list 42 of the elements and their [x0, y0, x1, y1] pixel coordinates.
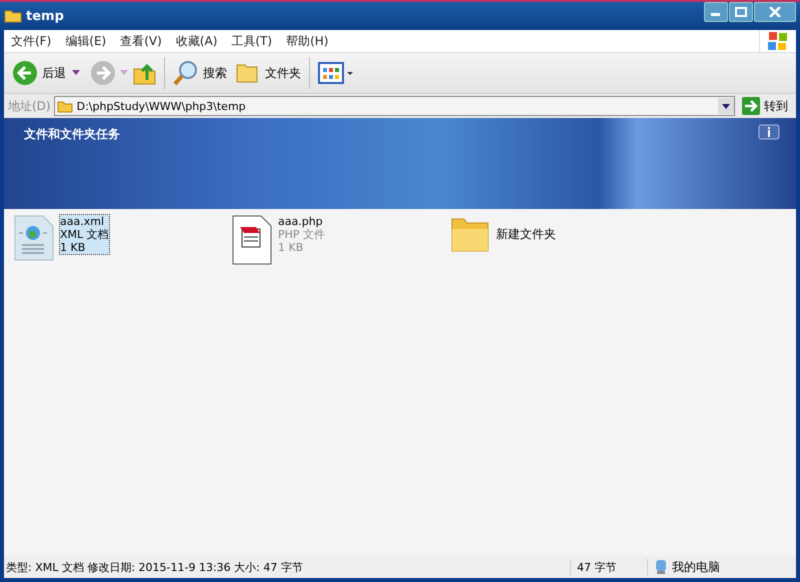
address-field[interactable]: D:\phpStudy\WWW\php3\temp	[54, 96, 735, 116]
go-arrow-icon	[742, 97, 760, 115]
menu-item[interactable]: 收藏(A)	[168, 32, 224, 50]
menu-item[interactable]: 文件(F)	[4, 32, 58, 50]
dropdown-caret-icon[interactable]	[72, 70, 80, 76]
search-icon	[173, 60, 199, 86]
minimize-button[interactable]	[704, 2, 728, 22]
close-icon	[769, 7, 781, 17]
folder-icon	[4, 9, 22, 23]
task-pane-title: 文件和文件夹任务	[24, 126, 120, 143]
address-label: 地址(D)	[8, 98, 51, 114]
info-icon[interactable]	[758, 124, 780, 140]
close-button[interactable]	[754, 2, 796, 22]
menu-item[interactable]: 编辑(E)	[58, 32, 114, 50]
back-button[interactable]: 后退	[10, 58, 68, 88]
views-button[interactable]	[316, 60, 356, 86]
menu-item[interactable]: 查看(V)	[113, 32, 169, 50]
menu-item[interactable]: 工具(T)	[224, 32, 280, 50]
menu-item[interactable]: 帮助(H)	[279, 32, 336, 50]
file-label: aaa.xml XML 文档 1 KB	[60, 215, 109, 254]
view-grid-icon	[318, 62, 354, 84]
window-title: temp	[26, 8, 65, 24]
xml-document-icon	[14, 215, 54, 261]
file-item[interactable]: 新建文件夹	[450, 215, 668, 253]
file-item[interactable]: aaa.xml XML 文档 1 KB	[14, 215, 232, 261]
php-document-icon	[232, 215, 272, 265]
folder-icon	[56, 100, 73, 112]
file-label: aaa.php PHP 文件 1 KB	[278, 215, 326, 254]
windows-flag-icon	[767, 31, 789, 51]
go-button[interactable]: 转到	[738, 97, 792, 115]
status-size: 47 字节	[570, 560, 647, 574]
dropdown-button[interactable]	[718, 98, 734, 114]
computer-icon	[654, 559, 668, 575]
caret-icon	[722, 104, 730, 108]
folders-button[interactable]: 文件夹	[233, 59, 303, 87]
status-zone: 我的电脑	[672, 558, 720, 576]
search-button[interactable]: 搜索	[171, 58, 229, 88]
file-item[interactable]: aaa.php PHP 文件 1 KB	[232, 215, 450, 265]
status-details: 类型: XML 文档 修改日期: 2015-11-9 13:36 大小: 47 字节	[5, 560, 304, 574]
maximize-button[interactable]	[729, 2, 753, 22]
maximize-icon	[735, 7, 747, 17]
file-label: 新建文件夹	[496, 228, 556, 240]
